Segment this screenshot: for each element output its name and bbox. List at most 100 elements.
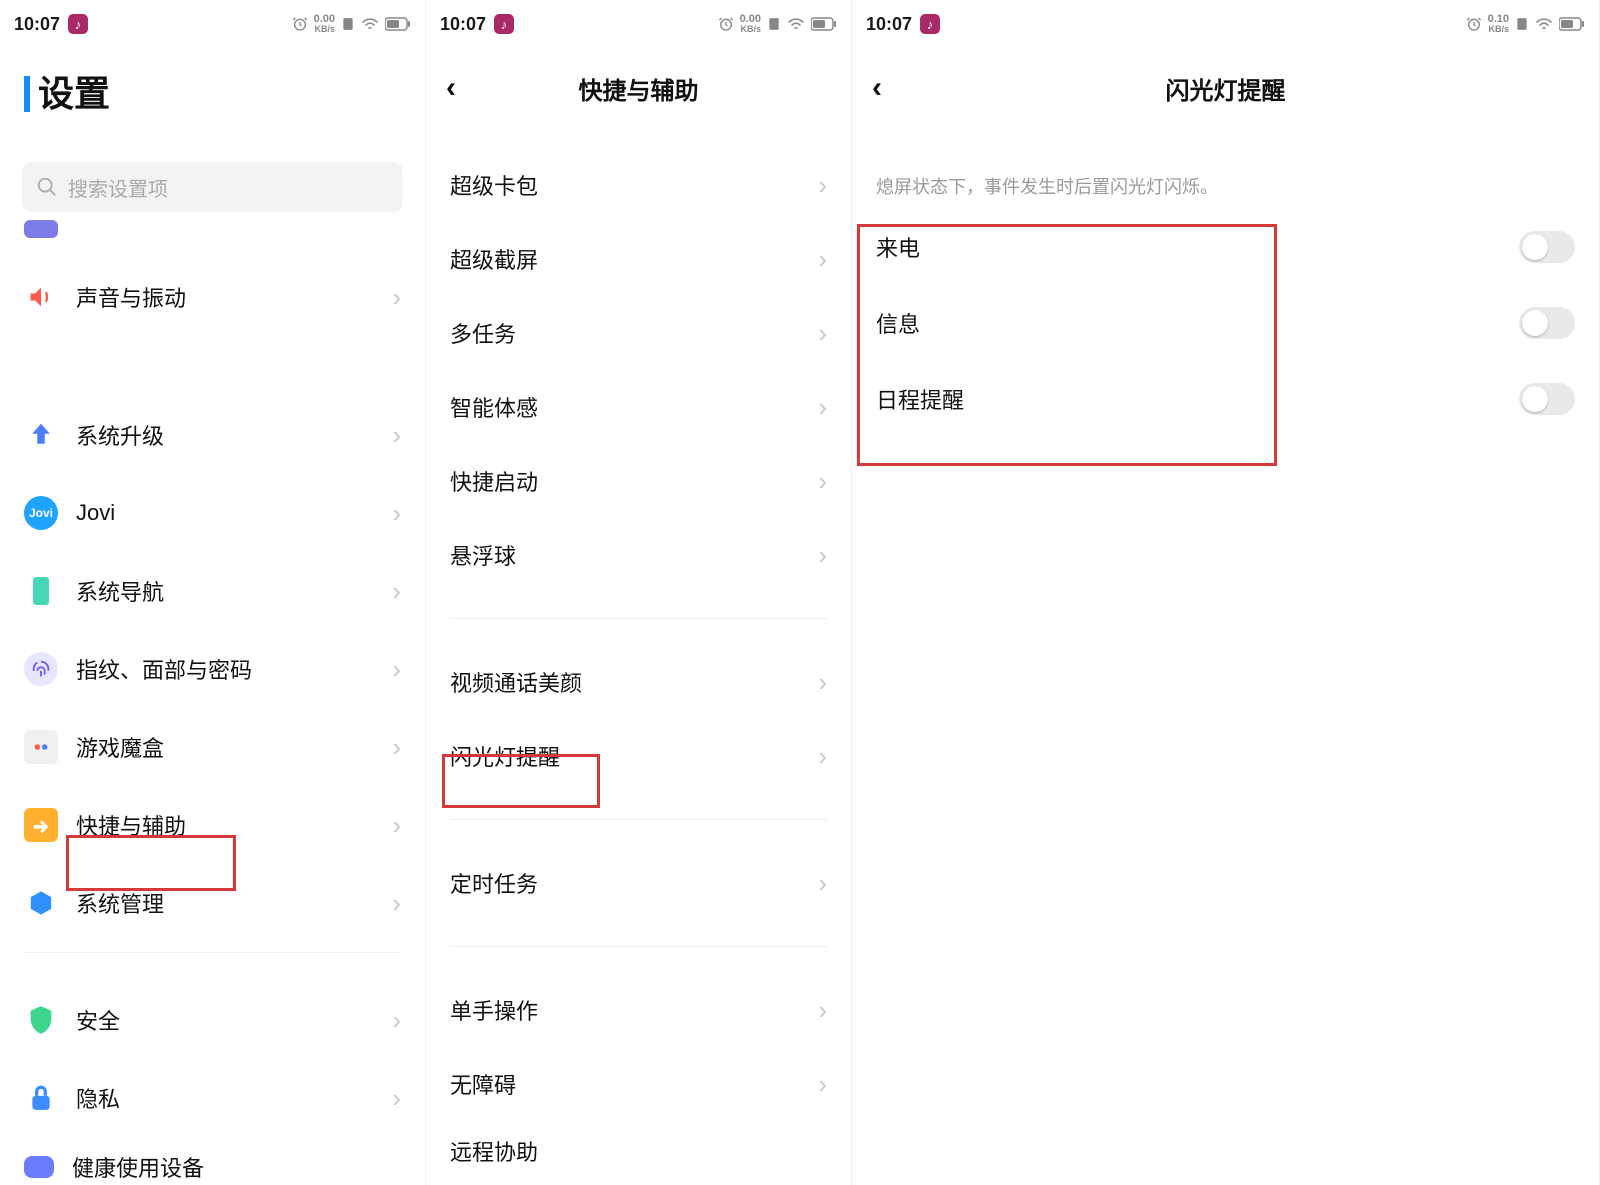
chevron-right-icon: › <box>392 888 401 919</box>
row-sound[interactable]: 声音与振动 › <box>0 258 425 336</box>
settings-list: 声音与振动 › 系统升级 › Jovi Jovi › <box>0 218 425 1185</box>
row-shortcuts[interactable]: 快捷与辅助 › <box>0 786 425 864</box>
alarm-icon <box>1466 16 1482 32</box>
toggle-switch[interactable] <box>1519 383 1575 415</box>
system-manage-icon <box>24 886 58 920</box>
navigation-icon <box>24 574 58 608</box>
chevron-right-icon: › <box>818 868 827 899</box>
row-floating-ball[interactable]: 悬浮球 › <box>426 518 851 592</box>
row-jovi[interactable]: Jovi Jovi › <box>0 474 425 552</box>
chevron-right-icon: › <box>818 244 827 275</box>
status-icons: 0.00KB/s <box>292 14 411 34</box>
row-biometrics[interactable]: 指纹、面部与密码 › <box>0 630 425 708</box>
page-title: 闪光灯提醒 <box>1166 71 1286 106</box>
status-time: 10:07 <box>440 14 486 35</box>
upgrade-icon <box>24 418 58 452</box>
status-time: 10:07 <box>866 14 912 35</box>
chevron-right-icon: › <box>818 318 827 349</box>
fingerprint-icon <box>24 652 58 686</box>
row-quick-launch[interactable]: 快捷启动 › <box>426 444 851 518</box>
security-icon <box>24 1003 58 1037</box>
row-multitask[interactable]: 多任务 › <box>426 296 851 370</box>
battery-icon <box>385 17 411 31</box>
page-title: 快捷与辅助 <box>579 71 699 106</box>
chevron-right-icon: › <box>818 466 827 497</box>
row-system-manage[interactable]: 系统管理 › <box>0 864 425 942</box>
back-button[interactable]: ‹ <box>872 71 882 105</box>
row-video-beauty[interactable]: 视频通话美颜 › <box>426 645 851 719</box>
row-privacy[interactable]: 隐私 › <box>0 1059 425 1137</box>
partial-row <box>0 218 425 258</box>
sim-icon <box>1515 17 1529 31</box>
tiktok-icon: ♪ <box>68 14 88 34</box>
toggle-switch[interactable] <box>1519 231 1575 263</box>
settings-header: 设置 <box>0 48 425 132</box>
chevron-right-icon: › <box>818 741 827 772</box>
row-system-upgrade[interactable]: 系统升级 › <box>0 396 425 474</box>
chevron-right-icon: › <box>818 540 827 571</box>
status-bar: 10:07 ♪ 0.00KB/s <box>0 0 425 48</box>
chevron-right-icon: › <box>392 420 401 451</box>
row-game-box[interactable]: 游戏魔盒 › <box>0 708 425 786</box>
page-description: 熄屏状态下，事件发生时后置闪光灯闪烁。 <box>852 154 1599 209</box>
sim-icon <box>767 17 781 31</box>
search-icon <box>36 176 58 198</box>
health-icon <box>24 1156 54 1178</box>
page-header: ‹ 闪光灯提醒 <box>852 58 1599 118</box>
row-smart-sense[interactable]: 智能体感 › <box>426 370 851 444</box>
tiktok-icon: ♪ <box>920 14 940 34</box>
toggle-calendar-reminder[interactable]: 日程提醒 <box>852 361 1599 437</box>
status-bar: 10:07 ♪ 0.00KB/s <box>426 0 851 48</box>
status-time: 10:07 <box>14 14 60 35</box>
wifi-icon <box>1535 17 1553 31</box>
toggle-incoming-call[interactable]: 来电 <box>852 209 1599 285</box>
toggle-switch[interactable] <box>1519 307 1575 339</box>
wifi-icon <box>787 17 805 31</box>
page-header: ‹ 快捷与辅助 <box>426 58 851 118</box>
back-button[interactable]: ‹ <box>446 71 456 105</box>
flash-alert-panel: 10:07 ♪ 0.10KB/s ‹ 闪光灯提醒 熄屏状态下，事件发生时后置闪光… <box>852 0 1600 1185</box>
alarm-icon <box>718 16 734 32</box>
chevron-right-icon: › <box>818 170 827 201</box>
chevron-right-icon: › <box>818 667 827 698</box>
chevron-right-icon: › <box>818 392 827 423</box>
chevron-right-icon: › <box>392 576 401 607</box>
chevron-right-icon: › <box>392 732 401 763</box>
sim-icon <box>341 17 355 31</box>
status-icons: 0.00KB/s <box>718 14 837 34</box>
privacy-icon <box>24 1081 58 1115</box>
shortcuts-panel: 10:07 ♪ 0.00KB/s ‹ 快捷与辅助 超级卡包 › 超级截屏 › 多… <box>426 0 852 1185</box>
row-one-hand[interactable]: 单手操作 › <box>426 973 851 1047</box>
row-accessibility[interactable]: 无障碍 › <box>426 1047 851 1121</box>
shortcut-icon <box>24 808 58 842</box>
battery-icon <box>1559 17 1585 31</box>
status-bar: 10:07 ♪ 0.10KB/s <box>852 0 1599 48</box>
chevron-right-icon: › <box>818 1069 827 1100</box>
chevron-right-icon: › <box>818 995 827 1026</box>
chevron-right-icon: › <box>392 810 401 841</box>
row-security[interactable]: 安全 › <box>0 981 425 1059</box>
row-scheduled-task[interactable]: 定时任务 › <box>426 846 851 920</box>
toggle-message[interactable]: 信息 <box>852 285 1599 361</box>
row-health[interactable]: 健康使用设备 <box>0 1137 425 1185</box>
row-super-screenshot[interactable]: 超级截屏 › <box>426 222 851 296</box>
wifi-icon <box>361 17 379 31</box>
search-placeholder: 搜索设置项 <box>68 173 168 202</box>
battery-icon <box>811 17 837 31</box>
chevron-right-icon: › <box>392 1083 401 1114</box>
tiktok-icon: ♪ <box>494 14 514 34</box>
row-flash-alert[interactable]: 闪光灯提醒 › <box>426 719 851 793</box>
page-title: 设置 <box>24 76 401 112</box>
search-input[interactable]: 搜索设置项 <box>22 162 403 212</box>
jovi-icon: Jovi <box>24 496 58 530</box>
row-super-card[interactable]: 超级卡包 › <box>426 148 851 222</box>
sound-icon <box>24 280 58 314</box>
row-navigation[interactable]: 系统导航 › <box>0 552 425 630</box>
settings-panel: 10:07 ♪ 0.00KB/s 设置 搜索设置项 声音与振 <box>0 0 426 1185</box>
chevron-right-icon: › <box>392 282 401 313</box>
alarm-icon <box>292 16 308 32</box>
chevron-right-icon: › <box>392 498 401 529</box>
row-remote-assist[interactable]: 远程协助 <box>426 1121 851 1177</box>
gamebox-icon <box>24 730 58 764</box>
status-icons: 0.10KB/s <box>1466 14 1585 34</box>
